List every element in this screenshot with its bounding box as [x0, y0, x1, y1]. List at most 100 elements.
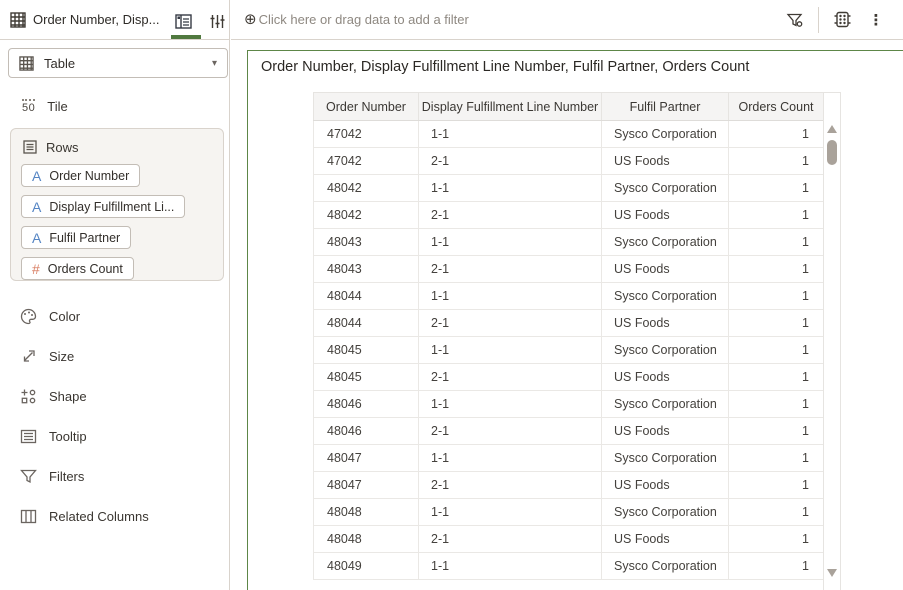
table-cell: 2-1 — [419, 472, 602, 499]
pill-orders-count[interactable]: # Orders Count — [21, 257, 134, 280]
more-options-icon[interactable]: ⋮ — [859, 6, 893, 34]
table-cell: 1 — [729, 499, 824, 526]
scroll-up-icon[interactable] — [827, 125, 837, 133]
table-cell: 48042 — [314, 175, 419, 202]
table-viz-icon — [19, 56, 34, 71]
table-cell: Sysco Corporation — [602, 283, 729, 310]
shape-icon — [20, 388, 37, 405]
table-cell: 1 — [729, 202, 824, 229]
table-cell: 2-1 — [419, 202, 602, 229]
table-cell: US Foods — [602, 418, 729, 445]
table-cell: 1 — [729, 526, 824, 553]
table-row[interactable]: 480481-1Sysco Corporation1 — [314, 499, 824, 526]
filter-bar-actions: ⋮ — [778, 6, 903, 34]
table-row[interactable]: 480461-1Sysco Corporation1 — [314, 391, 824, 418]
funnel-icon — [20, 468, 37, 485]
table-cell: 1 — [729, 553, 824, 580]
table-cell: 48043 — [314, 256, 419, 283]
sidebar-item-related-columns[interactable]: Related Columns — [0, 496, 230, 536]
table-row[interactable]: 480491-1Sysco Corporation1 — [314, 553, 824, 580]
table-row[interactable]: 480471-1Sysco Corporation1 — [314, 445, 824, 472]
sidebar-item-size[interactable]: Size — [0, 336, 230, 376]
add-filter-icon[interactable]: ⊕ — [244, 12, 257, 27]
table-row[interactable]: 480441-1Sysco Corporation1 — [314, 283, 824, 310]
tab-properties[interactable] — [206, 11, 228, 31]
filter-bar[interactable]: ⊕ Click here or drag data to add a filte… — [231, 0, 903, 40]
table-cell: 48042 — [314, 202, 419, 229]
table-row[interactable]: 480452-1US Foods1 — [314, 364, 824, 391]
table-cell: Sysco Corporation — [602, 499, 729, 526]
table-cell: Sysco Corporation — [602, 553, 729, 580]
sidebar-item-label: Shape — [49, 389, 87, 404]
table-cell: 1-1 — [419, 283, 602, 310]
number-measure-icon: # — [32, 261, 40, 277]
viz-type-dropdown[interactable]: Table ▾ — [8, 48, 228, 78]
table-cell: 1 — [729, 148, 824, 175]
table-row[interactable]: 480431-1Sysco Corporation1 — [314, 229, 824, 256]
table-cell: 48047 — [314, 445, 419, 472]
table-row[interactable]: 480472-1US Foods1 — [314, 472, 824, 499]
sidebar-item-tooltip[interactable]: Tooltip — [0, 416, 230, 456]
table-cell: 48045 — [314, 337, 419, 364]
table-cell: 2-1 — [419, 526, 602, 553]
table-cell: 2-1 — [419, 256, 602, 283]
table-cell: 48045 — [314, 364, 419, 391]
table-cell: 1 — [729, 391, 824, 418]
column-header[interactable]: Orders Count — [729, 93, 824, 121]
app-window: Order Number, Disp... Table ▾ 50 — [0, 0, 903, 590]
sidebar-item-label: Tooltip — [49, 429, 87, 444]
sidebar-item-color[interactable]: Color — [0, 296, 230, 336]
table-row[interactable]: 470421-1Sysco Corporation1 — [314, 121, 824, 148]
pill-fulfil-partner[interactable]: A Fulfil Partner — [21, 226, 131, 249]
table-cell: 1 — [729, 472, 824, 499]
table-cell: 1-1 — [419, 229, 602, 256]
sidebar-item-label: Size — [49, 349, 74, 364]
table-row[interactable]: 480482-1US Foods1 — [314, 526, 824, 553]
sidebar-item-filters[interactable]: Filters — [0, 456, 230, 496]
table-cell: 1 — [729, 175, 824, 202]
table-cell: 1-1 — [419, 499, 602, 526]
palette-icon — [20, 308, 37, 325]
table-cell: 48046 — [314, 418, 419, 445]
table-container: Order NumberDisplay Fulfillment Line Num… — [313, 92, 841, 590]
sidebar-item-label: Related Columns — [49, 509, 149, 524]
table-cell: 1 — [729, 418, 824, 445]
data-settings-icon[interactable] — [825, 6, 859, 34]
viz-title-truncated: Order Number, Disp... — [33, 12, 159, 27]
column-header[interactable]: Fulfil Partner — [602, 93, 729, 121]
column-header[interactable]: Display Fulfillment Line Number — [419, 93, 602, 121]
table-row[interactable]: 480451-1Sysco Corporation1 — [314, 337, 824, 364]
table-visualization[interactable]: Order Number, Display Fulfillment Line N… — [247, 50, 903, 590]
table-row[interactable]: 480432-1US Foods1 — [314, 256, 824, 283]
tile-option[interactable]: 50 Tile — [0, 92, 230, 120]
filter-options-icon[interactable] — [778, 6, 812, 34]
pill-label: Display Fulfillment Li... — [49, 200, 174, 214]
sidebar-header: Order Number, Disp... — [0, 0, 229, 40]
column-header[interactable]: Order Number — [314, 93, 419, 121]
table-row[interactable]: 480462-1US Foods1 — [314, 418, 824, 445]
text-attribute-icon: A — [32, 199, 41, 215]
tile-icon: 50 — [22, 99, 35, 114]
table-viz-icon — [10, 12, 26, 28]
table-cell: 48049 — [314, 553, 419, 580]
table-row[interactable]: 480442-1US Foods1 — [314, 310, 824, 337]
scroll-down-icon[interactable] — [827, 569, 837, 577]
pill-label: Fulfil Partner — [49, 231, 120, 245]
tab-grammar[interactable] — [172, 11, 194, 31]
table-cell: 1 — [729, 229, 824, 256]
table-row[interactable]: 480421-1Sysco Corporation1 — [314, 175, 824, 202]
size-icon — [20, 348, 37, 365]
sidebar-item-label: Color — [49, 309, 80, 324]
table-cell: 1-1 — [419, 553, 602, 580]
vertical-scrollbar[interactable] — [823, 92, 841, 590]
pill-order-number[interactable]: A Order Number — [21, 164, 140, 187]
add-filter-placeholder[interactable]: Click here or drag data to add a filter — [259, 12, 469, 27]
scrollbar-thumb[interactable] — [827, 140, 837, 165]
table-cell: 1 — [729, 337, 824, 364]
table-row[interactable]: 470422-1US Foods1 — [314, 148, 824, 175]
text-attribute-icon: A — [32, 168, 41, 184]
sidebar-item-shape[interactable]: Shape — [0, 376, 230, 416]
table-row[interactable]: 480422-1US Foods1 — [314, 202, 824, 229]
table-cell: Sysco Corporation — [602, 391, 729, 418]
pill-display-fulfillment-line[interactable]: A Display Fulfillment Li... — [21, 195, 185, 218]
